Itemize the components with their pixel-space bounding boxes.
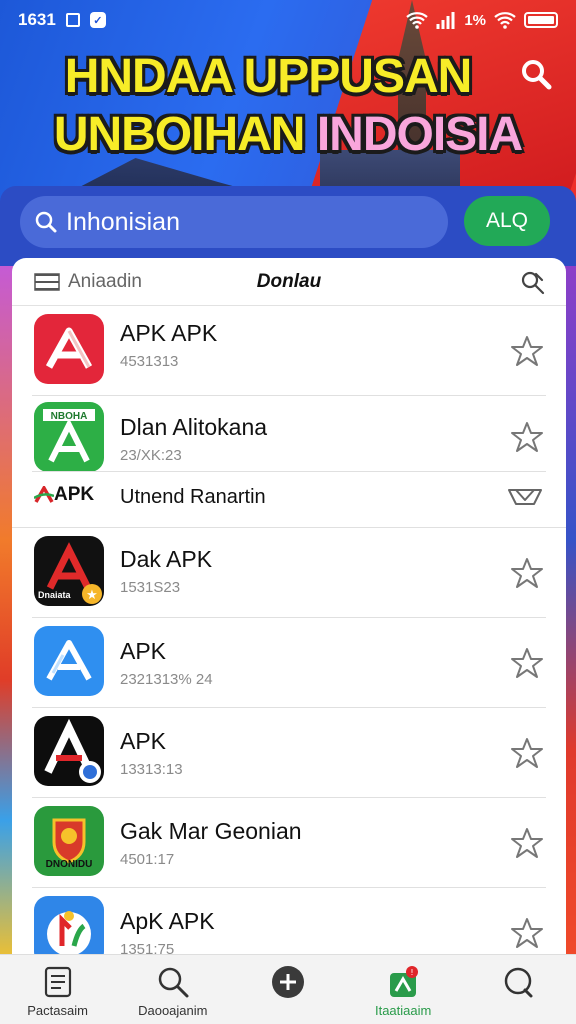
list-item[interactable]: APK APK 4531313	[12, 306, 566, 396]
notification-icon	[65, 13, 80, 27]
dropdown-chevron-icon[interactable]	[506, 482, 544, 512]
nav-item-add[interactable]	[230, 955, 345, 999]
green-apk-icon: NBOHA	[34, 402, 104, 472]
list-item[interactable]: NBOHA Dlan Alitokana 23/XK:23	[12, 396, 566, 472]
chat-icon	[505, 967, 533, 998]
list-item[interactable]: APK 2321313% 24	[12, 618, 566, 708]
document-icon	[44, 966, 71, 998]
battery-icon	[524, 12, 558, 28]
search-icon	[158, 967, 189, 998]
nav-item-downloads[interactable]: ! Itaatiaaim	[346, 955, 461, 1018]
app-list-card: Aniaadin Donlau APK APK 4531313 NBOHA Dl…	[12, 258, 566, 958]
star-icon[interactable]	[510, 420, 544, 454]
list-item[interactable]: ★ Dnaiata Dak APK 1531S23	[12, 528, 566, 618]
star-icon[interactable]	[510, 826, 544, 860]
star-icon[interactable]	[510, 736, 544, 770]
headline-line-2b: INDOISIA	[316, 108, 523, 161]
green-emblem-icon: DNONIDU	[34, 806, 104, 876]
nav-label: Itaatiaaim	[374, 1003, 432, 1018]
alq-button[interactable]: ALQ	[464, 196, 550, 246]
svg-text:!: !	[411, 968, 414, 977]
filter-search-icon[interactable]	[520, 270, 546, 296]
app-name: APK APK	[120, 320, 218, 346]
star-icon[interactable]	[510, 916, 544, 950]
banner-headline: HNDAA UPPUSAN UNBOIHAN INDOISIA	[0, 48, 576, 164]
app-name: APK	[120, 638, 167, 664]
blue-apk-icon	[34, 626, 104, 696]
nav-item-search[interactable]: Daooajanim	[115, 955, 230, 1018]
wifi-icon-2	[494, 12, 516, 29]
plus-icon	[271, 966, 304, 998]
star-icon[interactable]	[510, 334, 544, 368]
status-bar: 1631 ✓ 1%	[0, 0, 576, 40]
app-name: Dlan Alitokana	[120, 414, 268, 440]
nav-item-chat[interactable]	[461, 955, 576, 999]
nav-label: Pactasaim	[27, 1003, 88, 1018]
list-item[interactable]: ApK APK 1351:75	[12, 888, 566, 958]
headline-line-2a: UNBOIHAN	[53, 108, 317, 161]
search-field[interactable]	[20, 196, 448, 248]
app-meta: 4501:17	[120, 851, 175, 868]
svg-text:★: ★	[86, 588, 98, 603]
list-item[interactable]: DNONIDU Gak Mar Geonian 4501:17	[12, 798, 566, 888]
signal-icon	[436, 12, 455, 29]
app-meta: 2321313% 24	[120, 671, 213, 688]
status-network: 1%	[464, 11, 486, 29]
icon-caption: DNONIDU	[45, 859, 93, 870]
star-icon[interactable]	[510, 646, 544, 680]
list-item[interactable]: APK Utnend Ranartin	[12, 472, 566, 528]
app-meta: 1531S23	[120, 579, 181, 596]
list-header: Aniaadin Donlau	[12, 258, 566, 306]
star-icon[interactable]	[510, 556, 544, 590]
app-name: Dak APK	[120, 546, 213, 572]
red-apk-icon	[34, 314, 104, 384]
icon-caption: Dnaiata	[38, 590, 71, 600]
app-name: APK	[120, 728, 167, 754]
menu-icon[interactable]	[34, 272, 60, 291]
headline-line-1: HNDAA UPPUSAN	[64, 50, 473, 103]
wifi-icon	[406, 12, 429, 29]
apk-logo-text: APK	[54, 484, 95, 505]
app-name: Utnend Ranartin	[120, 486, 266, 508]
app-meta: 23/XK:23	[120, 447, 182, 464]
bottom-navigation: Pactasaim Daooajanim ! Itaatiaaim	[0, 954, 576, 1024]
download-icon: !	[390, 966, 419, 997]
app-name: Gak Mar Geonian	[120, 818, 302, 844]
status-time: 1631	[18, 10, 56, 29]
black-red-apk-icon: ★ Dnaiata	[34, 536, 104, 606]
shield-icon: ✓	[89, 12, 106, 28]
apk-logo: APK	[34, 484, 94, 506]
app-name: ApK APK	[120, 908, 215, 934]
search-icon	[35, 211, 57, 233]
list-item[interactable]: APK 13313:13	[12, 708, 566, 798]
app-meta: 13313:13	[120, 761, 183, 778]
search-input[interactable]	[66, 207, 426, 237]
sort-label[interactable]: Aniaadin	[68, 271, 142, 293]
blue-flower-icon	[34, 896, 104, 958]
black-apk-icon	[34, 716, 104, 786]
app-meta: 4531313	[120, 353, 179, 370]
nav-item-documents[interactable]: Pactasaim	[0, 955, 115, 1018]
nav-label: Daooajanim	[138, 1003, 208, 1018]
search-icon[interactable]	[518, 56, 554, 92]
